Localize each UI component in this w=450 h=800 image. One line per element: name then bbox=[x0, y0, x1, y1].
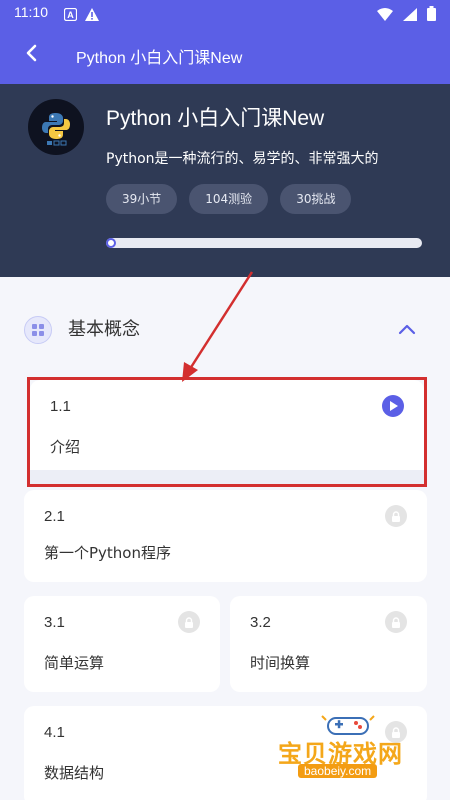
back-arrow-icon bbox=[24, 44, 38, 66]
lesson-name: 数据结构 bbox=[44, 764, 105, 782]
svg-text:A: A bbox=[67, 10, 74, 20]
section-header[interactable]: 基本概念 bbox=[24, 312, 426, 346]
grid-icon bbox=[24, 316, 52, 344]
wifi-icon bbox=[377, 6, 393, 25]
course-stats: 39小节 104测验 30挑战 bbox=[106, 184, 352, 214]
signal-icon bbox=[403, 6, 417, 25]
python-logo-icon bbox=[28, 99, 84, 155]
status-bar: 11:10 A bbox=[0, 0, 450, 26]
lesson-number: 2.1 bbox=[44, 508, 65, 525]
lesson-card-3-1[interactable]: 3.1 简单运算 bbox=[24, 596, 220, 692]
section-title: 基本概念 bbox=[68, 319, 140, 340]
collapse-button[interactable] bbox=[396, 318, 418, 340]
watermark-url: baobeiy.com bbox=[298, 764, 378, 778]
stat-quizzes-chip: 104测验 bbox=[189, 184, 269, 214]
course-title: Python 小白入门课New bbox=[106, 107, 325, 130]
highlight-annotation-box bbox=[27, 377, 427, 487]
lock-icon bbox=[385, 505, 407, 527]
battery-icon bbox=[427, 6, 436, 25]
warning-icon bbox=[85, 6, 99, 25]
lesson-number: 3.2 bbox=[250, 614, 271, 631]
course-progress-bar bbox=[106, 238, 422, 248]
chevron-up-icon bbox=[398, 320, 416, 339]
course-header: Python 小白入门课New Python是一种流行的、易学的、非常强大的 3… bbox=[0, 84, 450, 277]
course-description: Python是一种流行的、易学的、非常强大的 bbox=[106, 151, 379, 167]
lock-icon bbox=[178, 611, 200, 633]
lock-icon bbox=[385, 611, 407, 633]
progress-knob bbox=[106, 238, 116, 248]
lesson-card-3-2[interactable]: 3.2 时间换算 bbox=[230, 596, 427, 692]
status-time: 11:10 bbox=[14, 4, 48, 20]
app-bar: Python 小白入门课New bbox=[0, 26, 450, 84]
lesson-card-2-1[interactable]: 2.1 第一个Python程序 bbox=[24, 490, 427, 582]
lesson-number: 3.1 bbox=[44, 614, 65, 631]
stat-lessons-chip: 39小节 bbox=[106, 184, 178, 214]
lesson-name: 第一个Python程序 bbox=[44, 544, 171, 562]
app-bar-title: Python 小白入门课New bbox=[76, 50, 243, 67]
a-icon: A bbox=[63, 6, 78, 25]
stat-challenges-chip: 30挑战 bbox=[280, 184, 352, 214]
back-button[interactable] bbox=[18, 42, 44, 68]
lesson-number: 4.1 bbox=[44, 724, 65, 741]
watermark-logo: 宝贝游戏网 baobeiy.com bbox=[268, 712, 428, 786]
lesson-name: 简单运算 bbox=[44, 654, 105, 672]
lesson-name: 时间换算 bbox=[250, 654, 311, 672]
